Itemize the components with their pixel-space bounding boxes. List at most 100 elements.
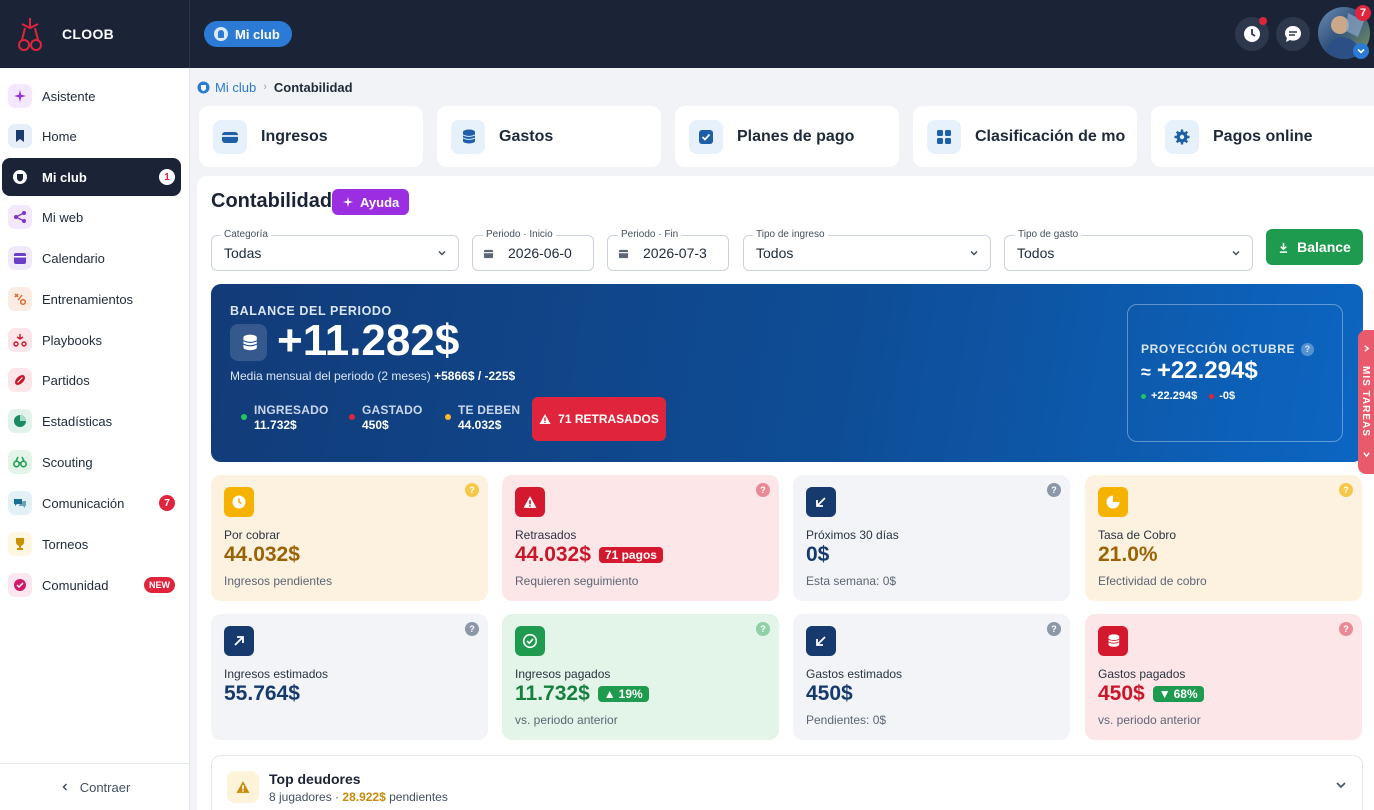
sidebar-item-partidos[interactable]: Partidos bbox=[2, 361, 181, 399]
kpi-value: 21.0% bbox=[1098, 543, 1158, 567]
grid-icon bbox=[927, 119, 961, 154]
kpi-subtext: vs. periodo anterior bbox=[1098, 713, 1201, 727]
balance-average: Media mensual del periodo (2 meses) +586… bbox=[230, 369, 515, 383]
pie-icon bbox=[1098, 487, 1128, 517]
kpi-value-text: 21.0% bbox=[1098, 543, 1158, 566]
balance-banner: BALANCE DEL PERIODO +11.282$ Media mensu… bbox=[211, 284, 1363, 462]
sidebar-item-entrenamientos[interactable]: Entrenamientos bbox=[2, 280, 181, 318]
gear-icon bbox=[1165, 119, 1199, 154]
sidebar-item-mi-club[interactable]: Mi club 1 bbox=[2, 158, 181, 196]
kpi-value: 11.732$ ▲ 19% bbox=[515, 682, 649, 706]
tab-gastos[interactable]: Gastos bbox=[437, 106, 661, 167]
warning-icon bbox=[227, 771, 259, 803]
chevron-right-icon bbox=[1364, 345, 1370, 352]
chevron-down-icon bbox=[970, 250, 978, 256]
tipo-ingreso-select[interactable]: Todos bbox=[743, 235, 991, 271]
coins-icon bbox=[230, 324, 267, 361]
periodo-inicio-field[interactable]: 2026-06-0 bbox=[472, 235, 594, 271]
balance-button[interactable]: Balance bbox=[1266, 229, 1363, 265]
projection-amount: ≈ +22.294$ bbox=[1141, 357, 1258, 385]
tipo-gasto-label: Tipo de gasto bbox=[1015, 229, 1082, 240]
sparkle-icon bbox=[342, 196, 354, 208]
warning-icon bbox=[515, 487, 545, 517]
sidebar-item-mi-web[interactable]: Mi web bbox=[2, 198, 181, 236]
help-icon[interactable]: ? bbox=[1047, 622, 1061, 636]
tab-pagos-online[interactable]: Pagos online bbox=[1151, 106, 1374, 167]
projection-positive-value: +22.294$ bbox=[1151, 390, 1198, 402]
tab-clasificacion[interactable]: Clasificación de mo bbox=[913, 106, 1137, 167]
sidebar-item-asistente[interactable]: Asistente bbox=[2, 77, 181, 115]
tab-label: Gastos bbox=[499, 127, 554, 145]
sidebar-item-label: Scouting bbox=[42, 454, 93, 470]
help-icon[interactable]: ? bbox=[1339, 483, 1353, 497]
sidebar-item-comunicacion[interactable]: Comunicación 7 bbox=[2, 484, 181, 522]
categoria-select[interactable]: Todas bbox=[211, 235, 459, 271]
sidebar-item-scouting[interactable]: Scouting bbox=[2, 443, 181, 481]
kpi-value: 44.032$ bbox=[224, 543, 300, 567]
help-icon[interactable]: ? bbox=[756, 483, 770, 497]
sidebar-item-playbooks[interactable]: Playbooks bbox=[2, 321, 181, 359]
help-icon[interactable]: ? bbox=[756, 622, 770, 636]
late-payments-button[interactable]: 71 RETRASADOS bbox=[532, 397, 666, 441]
chevron-down-icon[interactable] bbox=[1353, 43, 1369, 59]
kpi-label: Ingresos estimados bbox=[224, 667, 329, 681]
notifications-button[interactable] bbox=[1235, 17, 1269, 51]
kpi-card[interactable]: ? Por cobrar 44.032$ Ingresos pendientes bbox=[211, 475, 488, 601]
drill-icon bbox=[8, 287, 32, 311]
tipo-gasto-select[interactable]: Todos bbox=[1004, 235, 1253, 271]
sidebar-item-estadisticas[interactable]: Estadísticas bbox=[2, 402, 181, 440]
kpi-value-text: 11.732$ bbox=[515, 682, 590, 705]
periodo-fin-field[interactable]: 2026-07-3 bbox=[607, 235, 729, 271]
kpi-card[interactable]: ? Gastos pagados 450$ ▼ 68% vs. periodo anter… bbox=[1085, 614, 1362, 740]
sidebar-item-label: Calendario bbox=[42, 250, 105, 266]
messages-button[interactable] bbox=[1276, 17, 1310, 51]
kpi-card[interactable]: ? Próximos 30 días 0$ Esta semana: 0$ bbox=[793, 475, 1070, 601]
trophy-icon bbox=[8, 532, 32, 556]
kpi-card[interactable]: ? Retrasados 44.032$ 71 pagos Requieren segu… bbox=[502, 475, 779, 601]
kpi-card[interactable]: ? Gastos estimados 450$ Pendientes: 0$ bbox=[793, 614, 1070, 740]
kpi-label: Tasa de Cobro bbox=[1098, 528, 1177, 542]
kpi-subtext: Esta semana: 0$ bbox=[806, 574, 897, 588]
tab-planes-de-pago[interactable]: Planes de pago bbox=[675, 106, 899, 167]
status-dot bbox=[241, 414, 247, 420]
projection-negative-value: -0$ bbox=[1219, 390, 1236, 402]
stat-value: 44.032$ bbox=[458, 418, 502, 432]
sidebar-item-torneos[interactable]: Torneos bbox=[2, 525, 181, 563]
sidebar-item-label: Mi club bbox=[42, 169, 87, 185]
sidebar-item-calendario[interactable]: Calendario bbox=[2, 239, 181, 277]
help-icon[interactable]: ? bbox=[465, 483, 479, 497]
kpi-card[interactable]: ? Ingresos pagados 11.732$ ▲ 19% vs. periodo … bbox=[502, 614, 779, 740]
help-icon[interactable]: ? bbox=[1339, 622, 1353, 636]
deudores-suffix: pendientes bbox=[385, 790, 448, 804]
top-deudores-section[interactable]: Top deudores 8 jugadores · 28.922$ pendi… bbox=[211, 755, 1363, 810]
club-switcher-button[interactable]: Mi club bbox=[204, 21, 292, 47]
help-button[interactable]: Ayuda bbox=[332, 189, 410, 215]
check-circle-icon bbox=[515, 626, 545, 656]
help-icon[interactable]: ? bbox=[1047, 483, 1061, 497]
brand[interactable]: CLOOB bbox=[0, 0, 190, 68]
club-icon bbox=[197, 81, 210, 93]
kpi-pill: 71 pagos bbox=[598, 547, 663, 563]
download-icon bbox=[1279, 242, 1288, 253]
breadcrumb-parent-link[interactable]: Mi club bbox=[197, 80, 256, 95]
sidebar-item-home[interactable]: Home bbox=[2, 117, 181, 155]
chevron-down-icon[interactable] bbox=[1334, 778, 1348, 792]
sidebar-item-comunidad[interactable]: Comunidad NEW bbox=[2, 566, 181, 604]
status-dot bbox=[445, 414, 451, 420]
brand-name: CLOOB bbox=[62, 26, 115, 42]
help-icon[interactable]: ? bbox=[465, 622, 479, 636]
collapse-sidebar-button[interactable]: Contraer bbox=[0, 763, 190, 810]
tasks-side-tab[interactable]: MIS TAREAS bbox=[1358, 330, 1374, 474]
kpi-card[interactable]: ? Ingresos estimados 55.764$ bbox=[211, 614, 488, 740]
kpi-subtext: Requieren seguimiento bbox=[515, 574, 639, 588]
kpi-card[interactable]: ? Tasa de Cobro 21.0% Efectividad de cobro bbox=[1085, 475, 1362, 601]
breadcrumb-parent-label: Mi club bbox=[215, 79, 257, 95]
sidebar-item-label: Mi web bbox=[42, 209, 84, 225]
projection-positive: +22.294$ bbox=[1141, 390, 1197, 402]
tab-ingresos[interactable]: Ingresos bbox=[199, 106, 423, 167]
kpi-value-text: 44.032$ bbox=[224, 543, 300, 566]
sidebar-item-label: Comunicación bbox=[42, 495, 125, 511]
help-icon[interactable]: ? bbox=[1301, 342, 1315, 356]
kpi-value-text: 450$ bbox=[1098, 682, 1145, 705]
new-badge: NEW bbox=[144, 577, 175, 593]
